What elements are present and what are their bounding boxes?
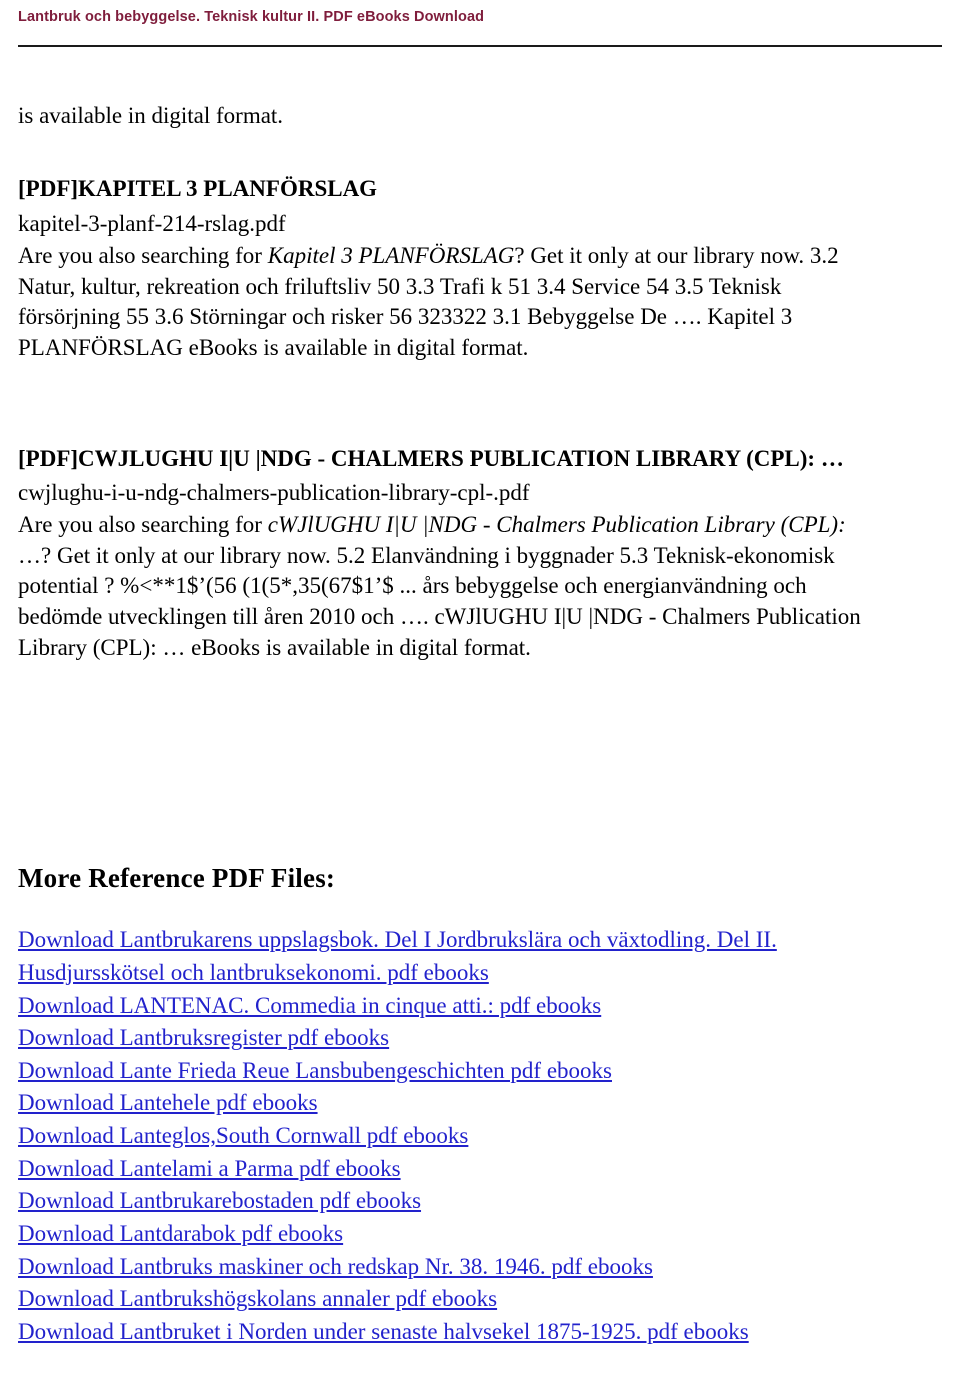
list-item[interactable]: Download Lanteglos,South Cornwall pdf eb… [18,1120,942,1153]
list-item[interactable]: Download Lante Frieda Reue Lansbubengesc… [18,1055,942,1088]
pdf-body-italic: cWJlUGHU I|U |NDG - Chalmers Publication… [267,512,846,538]
pdf-entry-heading: [PDF]KAPITEL 3 PLANFÖRSLAG [18,176,378,202]
list-item[interactable]: Download Lantbrukshögskolans annaler pdf… [18,1283,942,1316]
reference-link[interactable]: Download Lantbrukshögskolans annaler pdf… [18,1286,497,1311]
list-item[interactable]: Download Lantehele pdf ebooks [18,1087,942,1120]
pdf-entry: [PDF]CWJLUGHU I|U |NDG - CHALMERS PUBLIC… [18,444,942,664]
pdf-entry-heading: [PDF]CWJLUGHU I|U |NDG - CHALMERS PUBLIC… [18,445,844,471]
reference-link[interactable]: Download Lante Frieda Reue Lansbubengesc… [18,1058,612,1083]
pdf-body-line: bedömde utvecklingen till åren 2010 och … [18,604,861,630]
reference-link[interactable]: Download Lantbrukarebostaden pdf ebooks [18,1188,421,1213]
pdf-body-text-tail: ? Get it only at our library now. 3.2 [514,243,839,269]
pdf-body-line: Library (CPL): … eBooks is available in … [18,634,531,660]
list-item[interactable]: Download Lantbruket i Norden under senas… [18,1316,942,1349]
reference-link[interactable]: Download LANTENAC. Commedia in cinque at… [18,993,601,1018]
list-item[interactable]: Download Lantelami a Parma pdf ebooks [18,1153,942,1186]
pdf-body-italic: Kapitel 3 PLANFÖRSLAG [267,243,515,269]
pdf-body-line: försörjning 55 3.6 Störningar och risker… [18,304,793,330]
pdf-body-text: Are you also searching for [18,512,268,538]
pdf-entry-filename: kapitel-3-planf-214-rslag.pdf [18,211,286,237]
pdf-body-line: Natur, kultur, rekreation och friluftsli… [18,273,782,299]
reference-link[interactable]: Download Lantelami a Parma pdf ebooks [18,1156,401,1181]
reference-link[interactable]: Download Lantbrukarens uppslagsbok. Del … [18,927,777,952]
reference-link-list: Download Lantbrukarens uppslagsbok. Del … [18,924,942,1349]
reference-link[interactable]: Download Lanteglos,South Cornwall pdf eb… [18,1123,468,1148]
pdf-entry: [PDF]KAPITEL 3 PLANFÖRSLAG kapitel-3-pla… [18,174,942,363]
pdf-entry-filename: cwjlughu-i-u-ndg-chalmers-publication-li… [18,480,530,506]
pdf-body-line: Are you also searching for cWJlUGHU I|U … [18,510,942,541]
list-item[interactable]: Download Lantbrukarens uppslagsbok. Del … [18,924,942,957]
list-item[interactable]: Download LANTENAC. Commedia in cinque at… [18,990,942,1023]
page-title: Lantbruk och bebyggelse. Teknisk kultur … [18,9,485,25]
list-item[interactable]: Download Lantbruksregister pdf ebooks [18,1022,942,1055]
header-divider [18,45,942,47]
reference-link[interactable]: Download Lantbruksregister pdf ebooks [18,1025,389,1050]
reference-link[interactable]: Download Lantdarabok pdf ebooks [18,1221,343,1246]
reference-link[interactable]: Download Lantbruket i Norden under senas… [18,1319,749,1344]
list-item[interactable]: Download Lantdarabok pdf ebooks [18,1218,942,1251]
list-item[interactable]: Download Lantbruks maskiner och redskap … [18,1251,942,1284]
list-item[interactable]: Download Lantbrukarebostaden pdf ebooks [18,1185,942,1218]
reference-link[interactable]: Husdjursskötsel och lantbruksekonomi. pd… [18,960,489,985]
pdf-entry-body: Are you also searching for cWJlUGHU I|U … [18,510,942,663]
pdf-body-line: PLANFÖRSLAG eBooks is available in digit… [18,334,529,360]
pdf-body-line: …? Get it only at our library now. 5.2 E… [18,542,835,568]
page-header: Lantbruk och bebyggelse. Teknisk kultur … [0,0,960,25]
more-reference-heading: More Reference PDF Files: [18,863,336,894]
pdf-entry-body: Are you also searching for Kapitel 3 PLA… [18,241,942,363]
document-content: is available in digital format. [PDF]KAP… [0,101,960,1349]
lead-paragraph: is available in digital format. [18,103,284,128]
pdf-body-line: Are you also searching for Kapitel 3 PLA… [18,241,942,272]
pdf-body-line: potential ? %<**1$’(56 (1(5*,35(67$1’$ .… [18,573,807,599]
reference-link[interactable]: Download Lantbruks maskiner och redskap … [18,1254,653,1279]
pdf-body-text: Are you also searching for [18,243,268,269]
list-item[interactable]: Husdjursskötsel och lantbruksekonomi. pd… [18,957,942,990]
reference-link[interactable]: Download Lantehele pdf ebooks [18,1090,318,1115]
